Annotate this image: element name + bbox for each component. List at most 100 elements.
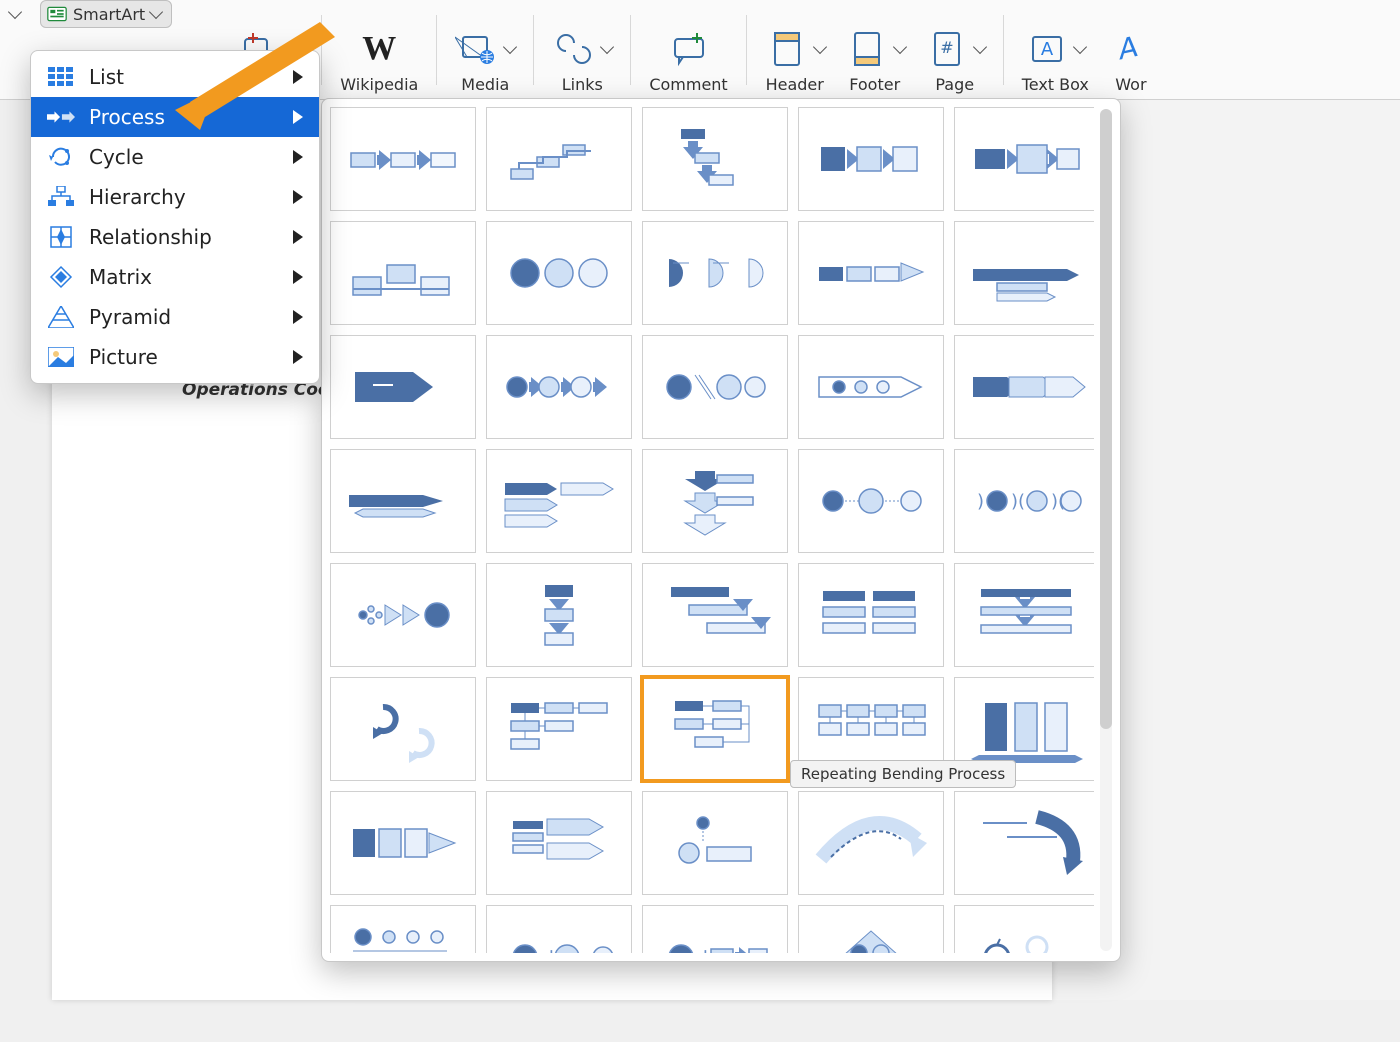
category-label: Hierarchy bbox=[89, 185, 186, 209]
picture-icon bbox=[47, 346, 75, 368]
gallery-tile[interactable] bbox=[798, 905, 944, 953]
submenu-arrow-icon bbox=[293, 310, 303, 324]
ribbon-group-comment[interactable]: Comment bbox=[639, 0, 737, 100]
submenu-arrow-icon bbox=[293, 230, 303, 244]
svg-text:): ) bbox=[977, 491, 984, 512]
gallery-tile[interactable]: ))()( bbox=[954, 449, 1094, 553]
gallery-tile[interactable] bbox=[642, 221, 788, 325]
gallery-tile[interactable] bbox=[642, 791, 788, 895]
gallery-scrollbar-thumb[interactable] bbox=[1100, 109, 1112, 729]
gallery-tile[interactable] bbox=[330, 449, 476, 553]
comment-icon bbox=[667, 27, 711, 71]
gallery-tile[interactable] bbox=[642, 677, 788, 781]
comment-label: Comment bbox=[649, 75, 727, 94]
gallery-tile[interactable] bbox=[954, 905, 1094, 953]
gallery-tile[interactable] bbox=[954, 791, 1094, 895]
gallery-tile[interactable] bbox=[330, 107, 476, 211]
gallery-tile[interactable] bbox=[486, 791, 632, 895]
ribbon-group-media[interactable]: Media bbox=[445, 0, 525, 100]
gallery-tile[interactable] bbox=[642, 107, 788, 211]
svg-text:A: A bbox=[1113, 30, 1141, 67]
gallery-tile[interactable] bbox=[486, 677, 632, 781]
gallery-tile[interactable] bbox=[642, 449, 788, 553]
submenu-arrow-icon bbox=[293, 150, 303, 164]
links-icon bbox=[552, 27, 596, 71]
gallery-tile[interactable] bbox=[330, 335, 476, 439]
gallery-tile[interactable] bbox=[954, 563, 1094, 667]
ribbon-group-wikipedia[interactable]: W Wikipedia bbox=[330, 0, 428, 100]
gallery-tile[interactable] bbox=[330, 221, 476, 325]
wikipedia-icon: W bbox=[357, 27, 401, 71]
gallery-tile[interactable] bbox=[954, 221, 1094, 325]
chevron-down-icon bbox=[149, 5, 163, 19]
category-label: List bbox=[89, 65, 124, 89]
ribbon-group-footer[interactable]: Footer bbox=[835, 0, 915, 100]
gallery-tile[interactable] bbox=[798, 335, 944, 439]
gallery-grid: ))()(+=+ bbox=[330, 107, 1094, 953]
category-label: Process bbox=[89, 105, 165, 129]
ribbon-group-wordart-partial[interactable]: A Wor bbox=[1099, 0, 1153, 100]
page-label: Page bbox=[935, 75, 974, 94]
svg-text:A: A bbox=[1041, 39, 1054, 60]
gallery-tile[interactable] bbox=[642, 335, 788, 439]
gallery-tile[interactable] bbox=[954, 107, 1094, 211]
chevron-down-icon bbox=[893, 40, 907, 54]
ribbon-group-textbox[interactable]: A Text Box bbox=[1012, 0, 1099, 100]
gallery-tile[interactable] bbox=[486, 563, 632, 667]
gallery-tile[interactable]: += bbox=[486, 905, 632, 953]
chevron-down-icon bbox=[8, 5, 22, 19]
gallery-tile[interactable] bbox=[642, 563, 788, 667]
cycle-icon bbox=[47, 146, 75, 168]
ribbon-leading-dropdown[interactable] bbox=[0, 0, 30, 28]
category-item-picture[interactable]: Picture bbox=[31, 337, 319, 377]
media-icon bbox=[455, 27, 499, 71]
category-item-relationship[interactable]: Relationship bbox=[31, 217, 319, 257]
smartart-button[interactable]: SmartArt bbox=[40, 0, 172, 28]
header-label: Header bbox=[766, 75, 824, 94]
gallery-tile[interactable] bbox=[798, 563, 944, 667]
gallery-tile[interactable] bbox=[486, 221, 632, 325]
links-label: Links bbox=[562, 75, 603, 94]
header-icon bbox=[765, 27, 809, 71]
gallery-tile[interactable] bbox=[330, 905, 476, 953]
gallery-tile[interactable] bbox=[954, 335, 1094, 439]
list-icon bbox=[47, 66, 75, 88]
gallery-tile[interactable] bbox=[798, 449, 944, 553]
gallery-tile[interactable] bbox=[798, 221, 944, 325]
gallery-scroll-area: ))()(+=+ bbox=[330, 107, 1094, 953]
chevron-down-icon bbox=[813, 40, 827, 54]
category-label: Matrix bbox=[89, 265, 152, 289]
ribbon-group-links[interactable]: Links bbox=[542, 0, 622, 100]
submenu-arrow-icon bbox=[293, 190, 303, 204]
category-item-hierarchy[interactable]: Hierarchy bbox=[31, 177, 319, 217]
gallery-tile[interactable] bbox=[486, 335, 632, 439]
gallery-tile[interactable] bbox=[330, 791, 476, 895]
relationship-icon bbox=[47, 226, 75, 248]
footer-icon bbox=[845, 27, 889, 71]
category-label: Relationship bbox=[89, 225, 212, 249]
ribbon-group-page-number[interactable]: # Page bbox=[915, 0, 995, 100]
category-item-matrix[interactable]: Matrix bbox=[31, 257, 319, 297]
category-item-pyramid[interactable]: Pyramid bbox=[31, 297, 319, 337]
gallery-tile[interactable] bbox=[330, 563, 476, 667]
footer-label: Footer bbox=[849, 75, 900, 94]
gallery-tile[interactable]: + bbox=[642, 905, 788, 953]
gallery-tile[interactable] bbox=[486, 449, 632, 553]
category-item-cycle[interactable]: Cycle bbox=[31, 137, 319, 177]
wordart-label-partial: Wor bbox=[1115, 75, 1146, 94]
category-label: Picture bbox=[89, 345, 158, 369]
ribbon-group-header[interactable]: Header bbox=[755, 0, 835, 100]
gallery-tile[interactable] bbox=[486, 107, 632, 211]
hierarchy-icon bbox=[47, 186, 75, 208]
chevron-down-icon bbox=[1073, 40, 1087, 54]
matrix-icon bbox=[47, 266, 75, 288]
page-number-icon: # bbox=[925, 27, 969, 71]
wordart-icon: A bbox=[1109, 27, 1153, 71]
gallery-tile[interactable] bbox=[798, 107, 944, 211]
gallery-tile[interactable] bbox=[330, 677, 476, 781]
category-label: Pyramid bbox=[89, 305, 171, 329]
gallery-scrollbar[interactable] bbox=[1100, 109, 1112, 951]
chevron-down-icon bbox=[600, 40, 614, 54]
gallery-tile[interactable] bbox=[798, 791, 944, 895]
svg-text:)(: )( bbox=[1011, 491, 1025, 512]
